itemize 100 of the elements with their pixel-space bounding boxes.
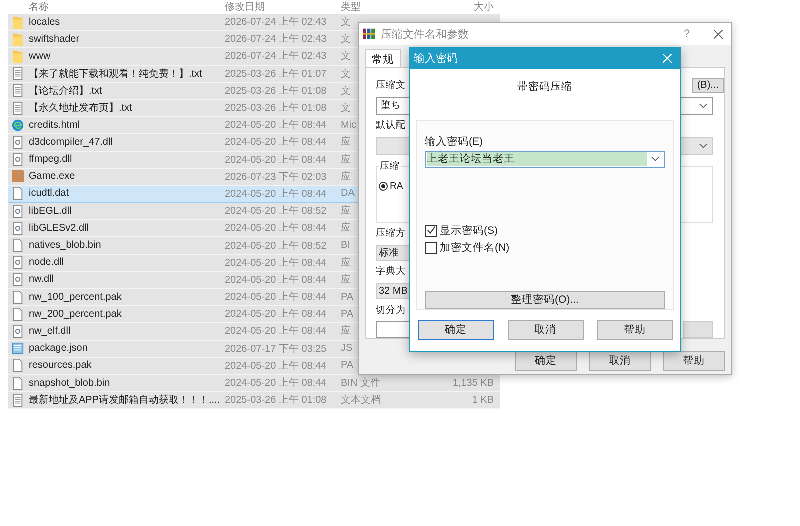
file-name: nw_100_percent.pak <box>29 292 122 303</box>
file-name: ffmpeg.dll <box>29 154 72 166</box>
modified-date: 2026-07-24 上午 02:43 <box>225 50 327 64</box>
dialog-button[interactable]: 帮助 <box>597 320 673 340</box>
file-name: 【永久地址发布页】.txt <box>29 102 132 116</box>
file-type: PA <box>341 308 354 320</box>
modified-date: 2024-05-20 上午 08:44 <box>225 118 327 132</box>
text-file-icon <box>12 102 24 115</box>
notepad-icon <box>12 342 24 356</box>
file-name: nw_elf.dll <box>29 326 71 337</box>
modified-date: 2024-05-20 上午 08:44 <box>225 154 327 167</box>
file-row[interactable]: 最新地址及APP请发邮箱自动获取！！！.... 2025-03-26 上午 01:08 文本文档 1 KB <box>8 392 500 410</box>
file-name: locales <box>29 16 60 28</box>
file-name: 最新地址及APP请发邮箱自动获取！！！.... <box>29 394 220 408</box>
file-name: snapshot_blob.bin <box>29 378 110 389</box>
dialog-button[interactable]: 确定 <box>418 320 494 340</box>
file-type: PA <box>341 360 354 372</box>
file-icon <box>12 187 24 200</box>
dialog-button[interactable]: 取消 <box>589 351 651 371</box>
folder-icon <box>12 32 24 46</box>
folder-icon <box>12 16 24 29</box>
modified-date: 2024-05-20 上午 08:44 <box>225 308 327 322</box>
close-icon[interactable] <box>714 30 723 38</box>
file-type: BI <box>341 240 350 252</box>
file-name: d3dcompiler_47.dll <box>29 136 113 148</box>
text-file-icon <box>12 67 24 80</box>
browse-button[interactable]: (B)... <box>692 78 724 94</box>
file-name: icudtl.dat <box>29 188 70 200</box>
file-type: 文 <box>341 50 351 64</box>
books-icon <box>363 28 375 40</box>
gear-file-icon <box>12 136 24 149</box>
file-icon <box>12 376 24 390</box>
modified-date: 2024-05-20 上午 08:44 <box>225 324 327 338</box>
password-field[interactable]: 上老王论坛当老王 <box>425 151 665 168</box>
file-type: 文 <box>341 68 351 81</box>
file-name: swiftshader <box>29 34 80 45</box>
text-file-icon <box>12 394 24 407</box>
file-name: nw.dll <box>29 274 54 286</box>
file-name: libGLESv2.dll <box>29 222 90 234</box>
radio-button[interactable] <box>379 182 388 191</box>
file-name: nw_200_percent.pak <box>29 308 122 320</box>
file-name: credits.html <box>29 120 80 131</box>
file-name: 【论坛介绍】.txt <box>29 84 102 98</box>
caret-icon <box>699 142 708 149</box>
modified-date: 2026-07-23 下午 02:03 <box>225 170 327 184</box>
modified-date: 2025-03-26 上午 01:08 <box>225 102 327 116</box>
column-header[interactable]: 类型 <box>341 0 361 14</box>
modified-date: 2025-03-26 上午 01:08 <box>225 394 327 408</box>
file-name: resources.pak <box>29 360 92 372</box>
file-type: 应 <box>341 154 351 167</box>
tab[interactable]: 常规 <box>365 49 401 67</box>
modified-date: 2024-05-20 上午 08:52 <box>225 240 327 253</box>
column-header[interactable]: 修改日期 <box>225 0 265 14</box>
file-icon <box>12 290 24 304</box>
column-header[interactable]: 名称 <box>29 0 49 14</box>
dialog-heading: 带密码压缩 <box>516 80 574 95</box>
file-name: Game.exe <box>29 171 76 182</box>
file-type: 应 <box>341 274 351 287</box>
modified-date: 2026-07-24 上午 02:43 <box>225 32 327 46</box>
file-icon <box>12 308 24 321</box>
file-name: libEGL.dll <box>29 206 72 217</box>
dialog-button[interactable]: 确定 <box>515 351 577 371</box>
folder-icon <box>12 50 24 63</box>
file-type: 应 <box>341 324 351 338</box>
file-size: 1,135 KB <box>452 378 494 389</box>
app-icon <box>12 170 24 184</box>
file-type: JS <box>341 343 353 354</box>
file-icon <box>12 359 24 372</box>
file-type: 应 <box>341 256 351 270</box>
caret-icon <box>651 156 660 162</box>
file-type: 文 <box>341 102 351 116</box>
file-type: 文 <box>341 16 351 30</box>
dialog-button[interactable]: 取消 <box>508 320 584 340</box>
file-type: 应 <box>341 222 351 236</box>
modified-date: 2024-05-20 上午 08:44 <box>225 290 327 304</box>
modified-date: 2024-05-20 上午 08:44 <box>225 256 327 270</box>
column-header[interactable]: 大小 <box>474 0 494 14</box>
file-name: package.json <box>29 343 88 354</box>
file-type: 文 <box>341 32 351 46</box>
checkmark-icon <box>426 226 436 236</box>
file-type: BIN 文件 <box>341 376 380 390</box>
dialog-button[interactable]: 帮助 <box>663 351 725 371</box>
file-name: natives_blob.bin <box>29 240 102 252</box>
file-type: 应 <box>341 170 351 184</box>
gear-file-icon <box>12 324 24 338</box>
file-name: www <box>29 50 51 62</box>
manage-passwords-button[interactable]: 整理密码(O)... <box>425 290 665 309</box>
modified-date: 2026-07-24 上午 02:43 <box>225 16 327 30</box>
file-row[interactable]: snapshot_blob.bin 2024-05-20 上午 08:44 BIN 文件 1,135 KB <box>8 374 500 392</box>
gear-file-icon <box>12 222 24 235</box>
file-type: 文本文档 <box>341 394 381 408</box>
file-type: PA <box>341 292 354 303</box>
field-label: 切分为 <box>376 304 406 317</box>
help-button[interactable]: ? <box>684 28 690 40</box>
gear-file-icon <box>12 256 24 270</box>
modified-date: 2024-05-20 上午 08:44 <box>225 360 327 373</box>
checkbox[interactable]: 显示密码(S) <box>425 224 498 238</box>
file-name: node.dll <box>29 257 64 268</box>
modified-date: 2024-05-20 上午 08:52 <box>225 204 327 218</box>
gear-file-icon <box>12 204 24 218</box>
